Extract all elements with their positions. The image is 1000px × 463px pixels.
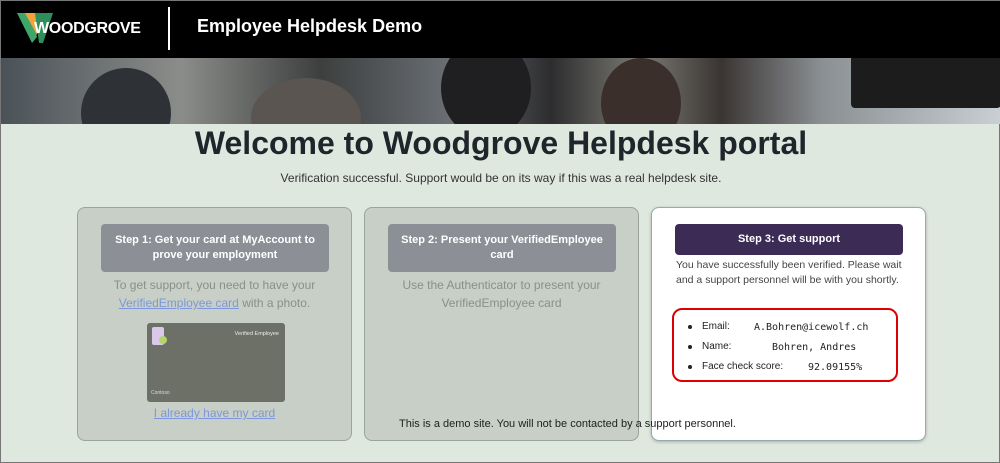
result-label: Name: <box>702 341 732 352</box>
step-2-description: Use the Authenticator to present your Ve… <box>402 278 601 310</box>
result-value: Bohren, Andres <box>772 342 857 353</box>
result-value: 92.09155% <box>808 362 863 373</box>
step-1-text-after: with a photo. <box>242 296 311 310</box>
step-3-description: You have successfully been verified. Ple… <box>676 259 902 286</box>
step-3-button[interactable]: Step 3: Get support <box>675 224 903 255</box>
card-badge-icon <box>159 336 167 344</box>
step-2-card: Step 2: Present your VerifiedEmployee ca… <box>364 207 639 441</box>
card-issuer: Contoso <box>151 390 170 396</box>
app-title: Employee Helpdesk Demo <box>197 16 423 36</box>
step-1-button[interactable]: Step 1: Get your card at MyAccount to pr… <box>101 224 329 272</box>
result-value: A.Bohren@icewolf.ch <box>754 322 869 333</box>
top-navigation-bar: WOODGROVE Employee Helpdesk Demo <box>1 1 1000 58</box>
result-label: Email: <box>702 321 730 332</box>
have-card-link[interactable]: I already have my card <box>78 406 351 420</box>
woodgrove-logo[interactable]: WOODGROVE <box>17 11 141 45</box>
header-divider <box>168 7 170 50</box>
result-label: Face check score: <box>702 361 784 372</box>
step-2-button[interactable]: Step 2: Present your VerifiedEmployee ca… <box>388 224 616 272</box>
bullet-icon <box>688 345 692 349</box>
verified-employee-link[interactable]: VerifiedEmployee card <box>119 296 239 310</box>
verified-employee-card-image: Verified Employee Contoso <box>147 323 285 402</box>
demo-disclaimer: This is a demo site. You will not be con… <box>399 418 736 430</box>
verification-status-text: Verification successful. Support would b… <box>280 171 722 185</box>
page-title: Welcome to Woodgrove Helpdesk portal <box>194 125 808 161</box>
logo-text: WOODGROVE <box>34 20 141 37</box>
step-1-description: To get support, you need to have your Ve… <box>88 276 341 312</box>
bullet-icon <box>688 365 692 369</box>
step-1-card: Step 1: Get your card at MyAccount to pr… <box>77 207 352 441</box>
step-1-text-before: To get support, you need to have your <box>113 278 316 292</box>
bullet-icon <box>688 325 692 329</box>
hero-banner-image <box>1 58 1000 124</box>
card-title: Verified Employee <box>234 331 279 337</box>
step-3-card: Step 3: Get support You have successfull… <box>651 207 926 441</box>
